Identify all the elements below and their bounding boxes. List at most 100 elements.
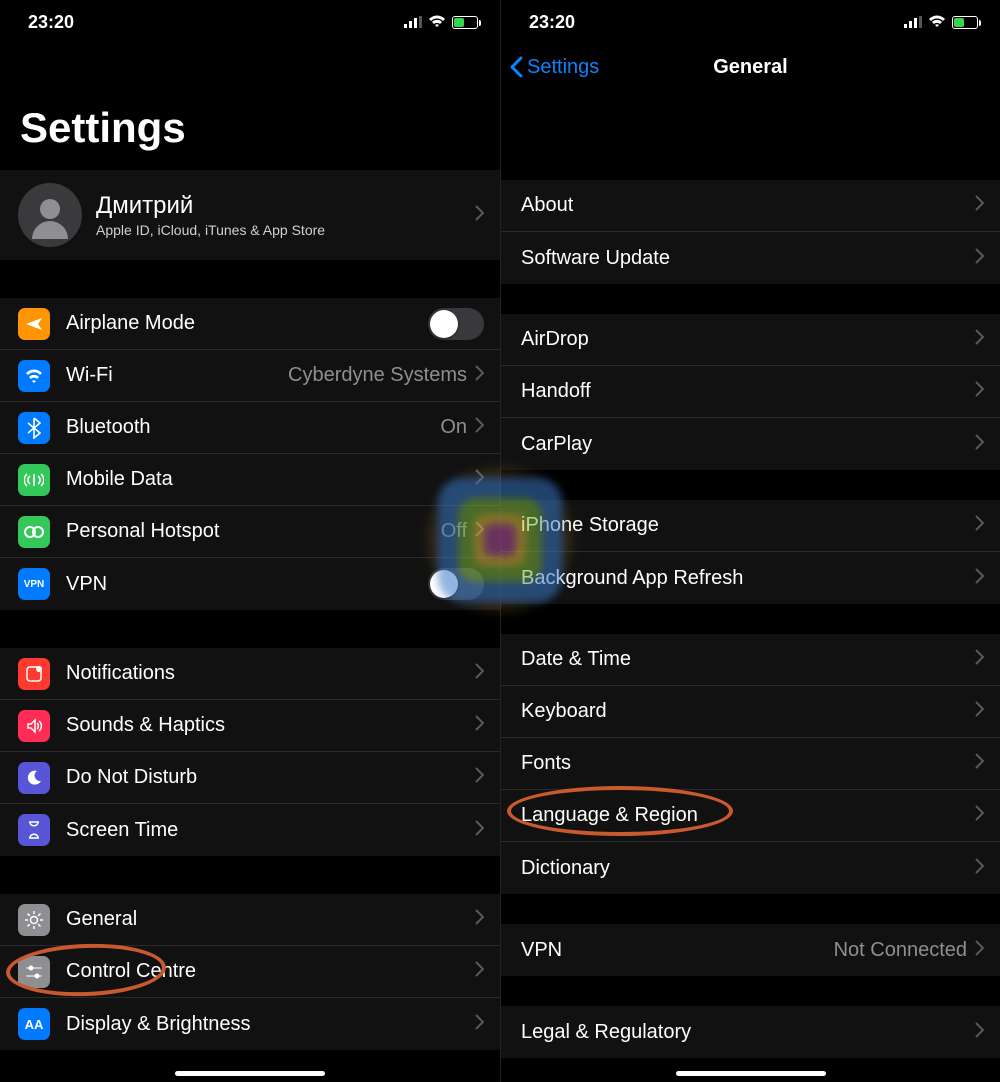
status-right [404, 12, 478, 33]
chevron-right-icon [475, 767, 484, 788]
chevron-right-icon [975, 248, 984, 269]
profile-row[interactable]: Дмитрий Apple ID, iCloud, iTunes & App S… [0, 170, 500, 260]
gear-icon [18, 904, 50, 936]
storage-label: iPhone Storage [521, 514, 659, 537]
profile-name: Дмитрий [96, 192, 325, 220]
keyboard-row[interactable]: Keyboard [501, 686, 1000, 738]
legal-row[interactable]: Legal & Regulatory [501, 1006, 1000, 1058]
airdrop-group: AirDrop Handoff CarPlay [501, 314, 1000, 470]
profile-group: Дмитрий Apple ID, iCloud, iTunes & App S… [0, 170, 500, 260]
date-time-row[interactable]: Date & Time [501, 634, 1000, 686]
airdrop-label: AirDrop [521, 328, 589, 351]
vpn-value: Not Connected [834, 939, 967, 962]
wifi-settings-icon [18, 360, 50, 392]
chevron-right-icon [475, 961, 484, 982]
home-indicator[interactable] [676, 1071, 826, 1076]
battery-icon [452, 16, 478, 29]
notifications-icon [18, 658, 50, 690]
status-bar: 23:20 [501, 0, 1000, 44]
nav-title: General [713, 56, 787, 79]
bluetooth-value: On [440, 416, 467, 439]
back-button[interactable]: Settings [509, 56, 599, 79]
dnd-row[interactable]: Do Not Disturb [0, 752, 500, 804]
airplane-toggle[interactable] [428, 308, 484, 340]
screentime-row[interactable]: Screen Time [0, 804, 500, 856]
chevron-right-icon [975, 701, 984, 722]
phone-general: 23:20 Settings General About Software Up… [500, 0, 1000, 1082]
about-row[interactable]: About [501, 180, 1000, 232]
chevron-right-icon [475, 417, 484, 438]
avatar-icon [18, 183, 82, 247]
notifications-row[interactable]: Notifications [0, 648, 500, 700]
sounds-row[interactable]: Sounds & Haptics [0, 700, 500, 752]
dict-label: Dictionary [521, 857, 610, 880]
chevron-right-icon [475, 1014, 484, 1035]
chevron-left-icon [509, 56, 523, 78]
airplane-row[interactable]: Airplane Mode [0, 298, 500, 350]
general-row[interactable]: General [0, 894, 500, 946]
wifi-label: Wi-Fi [66, 364, 113, 387]
page-title: Settings [0, 44, 500, 170]
wifi-row[interactable]: Wi-Fi Cyberdyne Systems [0, 350, 500, 402]
chevron-right-icon [475, 365, 484, 386]
status-bar: 23:20 [0, 0, 500, 44]
storage-group: iPhone Storage Background App Refresh [501, 500, 1000, 604]
legal-label: Legal & Regulatory [521, 1021, 691, 1044]
moon-icon [18, 762, 50, 794]
chevron-right-icon [975, 649, 984, 670]
cellular-icon [404, 12, 422, 33]
bluetooth-row[interactable]: Bluetooth On [0, 402, 500, 454]
hotspot-icon [18, 516, 50, 548]
wifi-icon [928, 12, 946, 33]
software-update-row[interactable]: Software Update [501, 232, 1000, 284]
bg-refresh-row[interactable]: Background App Refresh [501, 552, 1000, 604]
antenna-icon [18, 464, 50, 496]
vpn-row[interactable]: VPN VPN [0, 558, 500, 610]
storage-row[interactable]: iPhone Storage [501, 500, 1000, 552]
general-group: General Control Centre AA Display & Brig… [0, 894, 500, 1050]
display-label: Display & Brightness [66, 1013, 251, 1036]
chevron-right-icon [475, 205, 484, 226]
about-group: About Software Update [501, 180, 1000, 284]
sliders-icon [18, 956, 50, 988]
airdrop-row[interactable]: AirDrop [501, 314, 1000, 366]
control-centre-row[interactable]: Control Centre [0, 946, 500, 998]
date-lang-group: Date & Time Keyboard Fonts Language & Re… [501, 634, 1000, 894]
chevron-right-icon [475, 909, 484, 930]
mobile-data-row[interactable]: Mobile Data [0, 454, 500, 506]
chevron-right-icon [475, 521, 484, 542]
dictionary-row[interactable]: Dictionary [501, 842, 1000, 894]
home-indicator[interactable] [175, 1071, 325, 1076]
chevron-right-icon [975, 568, 984, 589]
legal-group: Legal & Regulatory [501, 1006, 1000, 1058]
status-right [904, 12, 978, 33]
mobile-label: Mobile Data [66, 468, 173, 491]
cellular-icon [904, 12, 922, 33]
profile-text: Дмитрий Apple ID, iCloud, iTunes & App S… [96, 192, 325, 238]
language-region-row[interactable]: Language & Region [501, 790, 1000, 842]
phone-settings: 23:20 Settings Дмитрий Apple ID, iCloud,… [0, 0, 500, 1082]
keyboard-label: Keyboard [521, 700, 607, 723]
back-label: Settings [527, 56, 599, 79]
chevron-right-icon [975, 753, 984, 774]
status-time: 23:20 [28, 12, 74, 33]
chevron-right-icon [975, 940, 984, 961]
hotspot-row[interactable]: Personal Hotspot Off [0, 506, 500, 558]
carplay-row[interactable]: CarPlay [501, 418, 1000, 470]
control-label: Control Centre [66, 960, 196, 983]
vpn-icon: VPN [18, 568, 50, 600]
hourglass-icon [18, 814, 50, 846]
fonts-row[interactable]: Fonts [501, 738, 1000, 790]
handoff-row[interactable]: Handoff [501, 366, 1000, 418]
connectivity-group: Airplane Mode Wi-Fi Cyberdyne Systems Bl… [0, 298, 500, 610]
vpn-general-row[interactable]: VPNNot Connected [501, 924, 1000, 976]
chevron-right-icon [475, 820, 484, 841]
sounds-icon [18, 710, 50, 742]
chevron-right-icon [975, 1022, 984, 1043]
wifi-value: Cyberdyne Systems [288, 364, 467, 387]
display-row[interactable]: AA Display & Brightness [0, 998, 500, 1050]
battery-icon [952, 16, 978, 29]
nav-bar: Settings General [501, 44, 1000, 90]
vpn-toggle[interactable] [428, 568, 484, 600]
fonts-label: Fonts [521, 752, 571, 775]
